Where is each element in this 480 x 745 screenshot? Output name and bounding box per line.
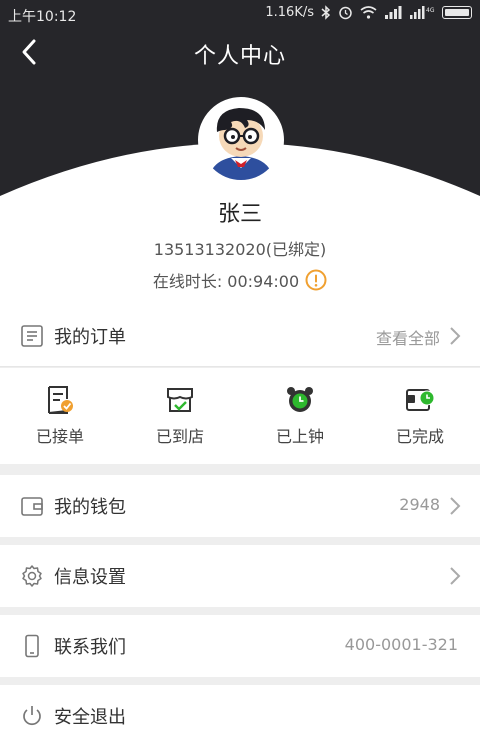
chevron-right-icon xyxy=(450,327,461,345)
view-all-link[interactable]: 查看全部 xyxy=(376,325,440,349)
order-status-arrived-label: 已到店 xyxy=(155,427,204,446)
my-wallet-label: 我的钱包 xyxy=(54,497,126,518)
wallet-icon xyxy=(21,497,43,516)
logout-row[interactable]: 安全退出 xyxy=(0,685,480,745)
power-icon xyxy=(23,706,41,726)
order-status-started-label: 已上钟 xyxy=(275,427,324,446)
warning-icon[interactable] xyxy=(305,269,327,291)
profile-card: 张三 13513132020(已绑定) 在线时长: 00:94:00 xyxy=(0,0,480,320)
order-status-accepted[interactable]: 已接单 xyxy=(0,368,120,464)
contact-us-label: 联系我们 xyxy=(54,637,126,658)
user-name: 张三 xyxy=(217,202,262,227)
order-status-completed-label: 已完成 xyxy=(395,427,444,446)
order-status-arrived[interactable]: 已到店 xyxy=(120,368,240,464)
avatar-cartoon-boy-image xyxy=(201,100,281,180)
profile-screen: 上午10:12 1.16K/s 4G 个人中心 张三 13513132020(已… xyxy=(0,0,480,745)
my-orders-row[interactable]: 我的订单 查看全部 xyxy=(0,305,480,367)
my-orders-label: 我的订单 xyxy=(54,327,126,348)
contact-us-row[interactable]: 联系我们 400-0001-321 xyxy=(0,615,480,677)
online-duration-label: 在线时长: 00:94:00 xyxy=(152,272,300,291)
phone-icon xyxy=(25,634,39,658)
wallet-completed-icon xyxy=(406,389,435,411)
info-settings-label: 信息设置 xyxy=(54,567,126,588)
alarm-clock-icon xyxy=(287,387,313,412)
my-wallet-row[interactable]: 我的钱包 2948 xyxy=(0,475,480,537)
order-list-icon xyxy=(21,325,43,347)
order-status-accepted-label: 已接单 xyxy=(35,427,84,446)
online-duration: 在线时长: 00:94:00 xyxy=(0,268,480,292)
phone-number: 13513132020(已绑定) xyxy=(153,240,327,259)
avatar[interactable] xyxy=(198,97,284,183)
order-status-started[interactable]: 已上钟 xyxy=(240,368,360,464)
logout-label: 安全退出 xyxy=(54,707,126,728)
contact-phone-number: 400-0001-321 xyxy=(344,635,458,654)
order-status-grid: 已接单 已到店 已上钟 已完成 xyxy=(0,368,480,464)
order-status-completed[interactable]: 已完成 xyxy=(360,368,480,464)
order-accepted-icon xyxy=(48,386,73,414)
chevron-right-icon xyxy=(450,567,461,585)
gear-icon xyxy=(22,565,42,587)
info-settings-row[interactable]: 信息设置 xyxy=(0,545,480,607)
wallet-balance: 2948 xyxy=(399,495,440,514)
store-arrived-icon xyxy=(167,388,193,412)
chevron-right-icon xyxy=(450,497,461,515)
